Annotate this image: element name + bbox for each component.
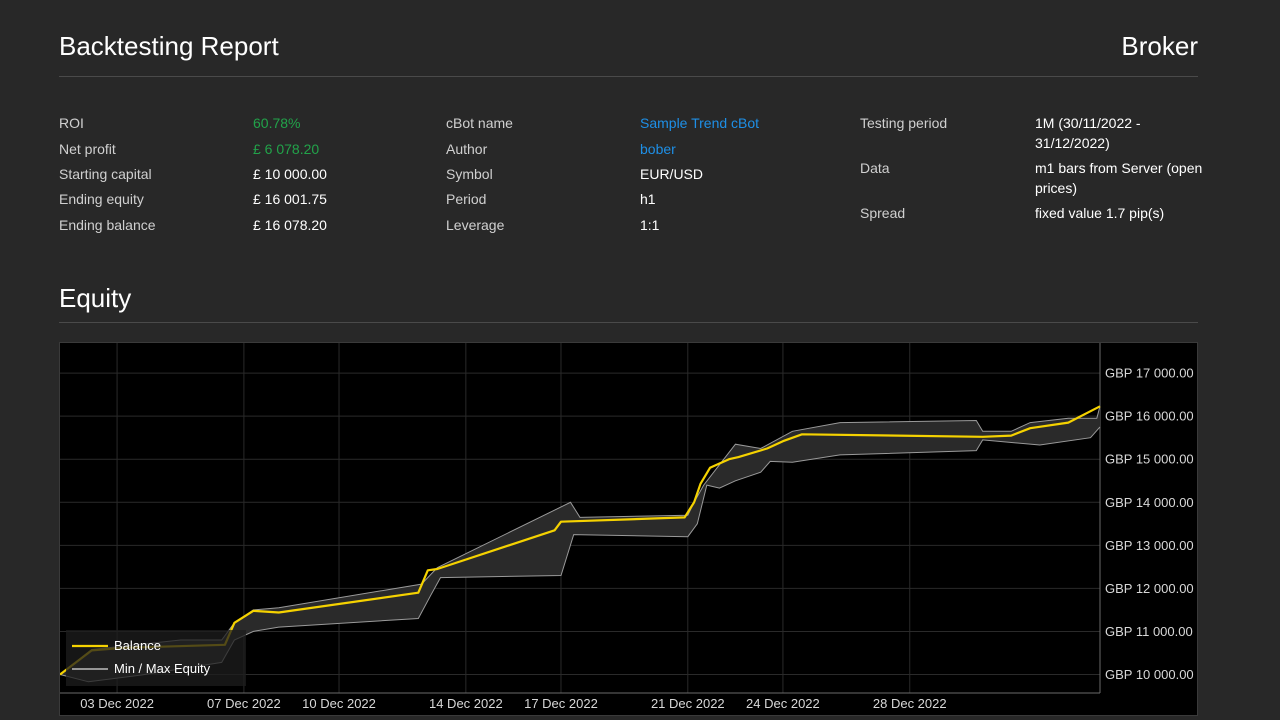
legend-equity-label: Min / Max Equity (114, 661, 211, 676)
x-tick-label: 10 Dec 2022 (302, 696, 376, 711)
y-tick-label: GBP 17 000.00 (1105, 366, 1194, 381)
x-tick-label: 14 Dec 2022 (429, 696, 503, 711)
stat-label: Testing period (860, 115, 948, 131)
stat-value: EUR/USD (640, 166, 704, 182)
cbot-name-link[interactable]: Sample Trend cBot (640, 114, 759, 132)
stat-value: £ 16 001.75 (253, 191, 327, 207)
stat-label: Leverage (446, 217, 505, 233)
x-tick-label: 21 Dec 2022 (651, 696, 725, 711)
stat-label: Starting capital (59, 166, 152, 182)
x-tick-label: 03 Dec 2022 (80, 696, 154, 711)
stat-label: Data (860, 160, 890, 176)
x-tick-label: 28 Dec 2022 (873, 696, 947, 711)
x-tick-label: 17 Dec 2022 (524, 696, 598, 711)
report-title: Backtesting Report (59, 31, 279, 61)
stat-label: ROI (59, 115, 84, 131)
stat-value: m1 bars from Server (open prices) (1035, 160, 1203, 196)
stat-label: cBot name (446, 115, 513, 131)
x-tick-label: 07 Dec 2022 (207, 696, 281, 711)
y-tick-label: GBP 15 000.00 (1105, 452, 1194, 467)
stat-value: 1M (30/11/2022 - 31/12/2022) (1035, 115, 1141, 151)
stat-value: 60.78% (253, 115, 301, 131)
stat-value: fixed value 1.7 pip(s) (1035, 205, 1165, 221)
stat-label: Ending balance (59, 217, 156, 233)
y-tick-label: GBP 13 000.00 (1105, 538, 1194, 553)
y-tick-label: GBP 12 000.00 (1105, 581, 1194, 596)
stat-label: Net profit (59, 141, 116, 157)
x-tick-label: 24 Dec 2022 (746, 696, 820, 711)
equity-section-title: Equity (59, 283, 132, 313)
stat-label: Spread (860, 205, 906, 221)
y-tick-label: GBP 16 000.00 (1105, 409, 1194, 424)
equity-section-header: Equity (59, 283, 1198, 323)
equity-chart[interactable]: GBP 17 000.00 GBP 16 000.00 GBP 15 000.00 G… (59, 342, 1198, 716)
stat-label: Author (446, 141, 488, 157)
y-tick-label: GBP 11 000.00 (1105, 624, 1193, 639)
stat-label: Symbol (446, 166, 493, 182)
stat-value: 1:1 (640, 217, 660, 233)
y-tick-label: GBP 10 000.00 (1105, 667, 1194, 682)
stat-label: Ending equity (59, 191, 144, 207)
stat-value: h1 (640, 191, 656, 207)
y-tick-label: GBP 14 000.00 (1105, 495, 1194, 510)
stat-value: £ 10 000.00 (253, 166, 327, 182)
stat-value: £ 6 078.20 (253, 141, 320, 157)
report-header: Backtesting Report Broker (59, 30, 1198, 77)
equity-chart-svg: GBP 17 000.00 GBP 16 000.00 GBP 15 000.00 G… (60, 343, 1194, 711)
stat-label: Period (446, 191, 487, 207)
legend-balance-label: Balance (114, 638, 161, 653)
stat-value: £ 16 078.20 (253, 217, 327, 233)
author-link[interactable]: bober (640, 140, 676, 158)
broker-name: Broker (1121, 31, 1198, 61)
